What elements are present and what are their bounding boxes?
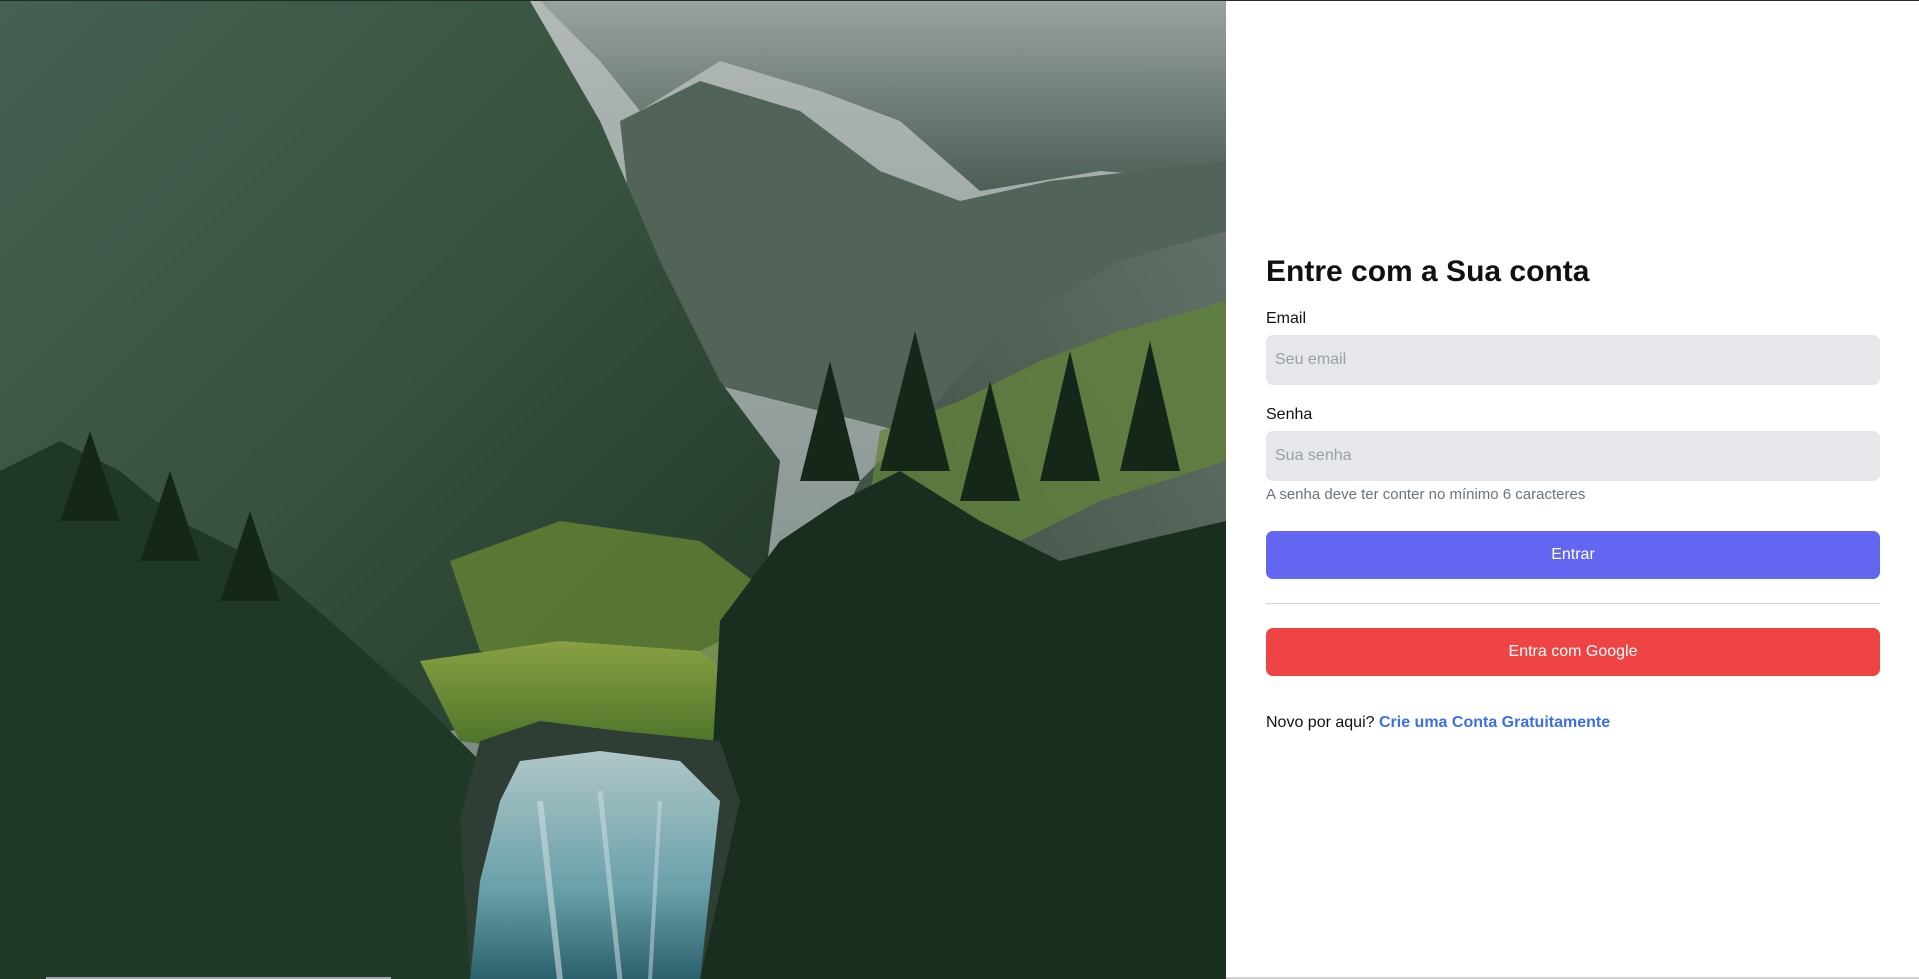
submit-button[interactable]: Entrar (1266, 531, 1880, 579)
login-form: Entre com a Sua conta Email Senha A senh… (1266, 251, 1880, 734)
login-panel: Entre com a Sua conta Email Senha A senh… (1226, 0, 1919, 979)
signup-prompt-text: Novo por aqui? (1266, 714, 1375, 731)
email-label: Email (1266, 310, 1307, 327)
hero-image (0, 0, 1226, 979)
password-label: Senha (1266, 406, 1313, 423)
password-hint: A senha deve ter conter no mínimo 6 cara… (1266, 486, 1586, 503)
password-field[interactable] (1266, 431, 1880, 481)
divider (1266, 603, 1880, 604)
page-title: Entre com a Sua conta (1266, 255, 1590, 288)
signup-prompt: Novo por aqui? Crie uma Conta Gratuitame… (1266, 712, 1880, 734)
login-page: Entre com a Sua conta Email Senha A senh… (0, 0, 1919, 979)
email-field[interactable] (1266, 335, 1880, 385)
signup-link[interactable]: Crie uma Conta Gratuitamente (1379, 714, 1610, 731)
google-login-button[interactable]: Entra com Google (1266, 628, 1880, 676)
